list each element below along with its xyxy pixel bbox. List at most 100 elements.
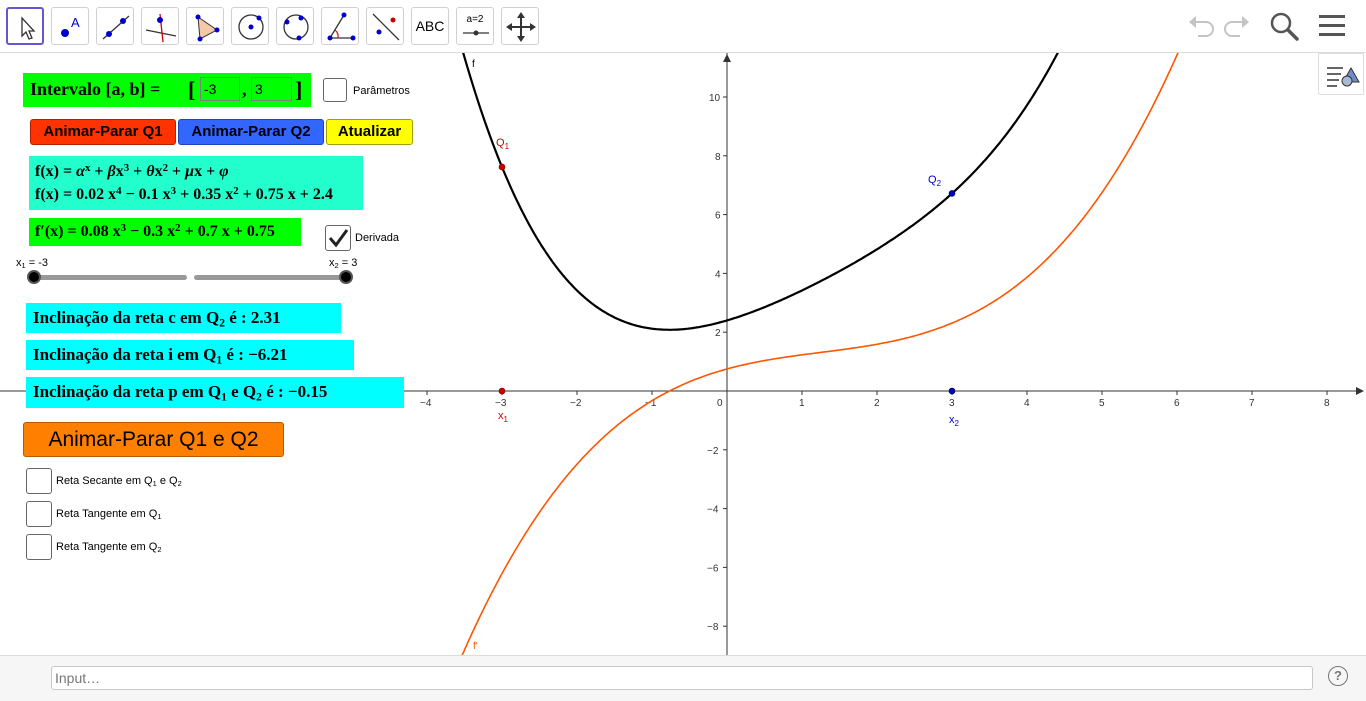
line-icon: [102, 15, 130, 40]
atualizar-button[interactable]: Atualizar: [326, 119, 413, 145]
tangente-q1-checkbox[interactable]: [26, 501, 52, 527]
x-tick-label: −3: [495, 398, 507, 409]
curve-fprime: [460, 53, 1179, 656]
polygon-tool[interactable]: [186, 7, 224, 45]
x1-slider-label: x1 = -3: [16, 257, 48, 271]
interval-close-bracket: ]: [295, 77, 303, 102]
interval-comma: ,: [242, 79, 247, 99]
animar-q1-button[interactable]: Animar-Parar Q1: [30, 119, 176, 145]
x1-slider-track[interactable]: [34, 275, 187, 280]
point-tool[interactable]: A: [51, 7, 89, 45]
text-tool[interactable]: ABC: [411, 7, 449, 45]
interval-a-input[interactable]: -3: [200, 77, 240, 101]
toolbar: A ABC a=2: [0, 0, 1366, 53]
perpendicular-line-tool[interactable]: [141, 7, 179, 45]
y-tick-label: 10: [709, 93, 721, 104]
slope-p-text: Inclinação da reta p em Q1 e Q2 é : −0.1…: [33, 382, 328, 404]
parametros-checkbox[interactable]: [323, 78, 347, 102]
x1-axis-label: x1: [498, 410, 509, 424]
search-icon[interactable]: [1268, 10, 1300, 42]
y-tick-label: −4: [707, 505, 719, 516]
x-tick-label: 5: [1099, 398, 1105, 409]
x-tick-label: 1: [799, 398, 805, 409]
y-tick-label: 2: [715, 328, 721, 339]
x2-slider-label: x2 = 3: [329, 257, 358, 271]
curve-f-label: f: [472, 59, 475, 70]
y-tick-label: 8: [715, 152, 721, 163]
line-tool[interactable]: [96, 7, 134, 45]
cursor-icon: [21, 16, 36, 40]
interval-b-input[interactable]: 3: [251, 77, 292, 101]
reflect-icon: [372, 13, 400, 41]
q2-label: Q2: [928, 174, 942, 188]
y-tick-label: 6: [715, 211, 721, 222]
y-tick-label: −8: [707, 622, 719, 633]
point-q1: [498, 163, 506, 171]
redo-icon[interactable]: [1222, 10, 1252, 40]
animar-q1-q2-button[interactable]: Animar-Parar Q1 e Q2: [23, 422, 284, 457]
style-bar-icon: [1327, 66, 1360, 87]
animar-q2-button[interactable]: Animar-Parar Q2: [178, 119, 324, 145]
x-axis-arrow: [1356, 387, 1364, 395]
point-x1: [498, 387, 506, 395]
reflect-tool[interactable]: [366, 7, 404, 45]
secante-checkbox[interactable]: [26, 468, 52, 494]
circle-three-points-icon: [283, 14, 309, 41]
polygon-icon: [195, 14, 220, 42]
f-formula: f(x) = 0.02 x4 − 0.1 x3 + 0.35 x2 + 0.75…: [35, 185, 333, 203]
angle-tool[interactable]: [321, 7, 359, 45]
help-icon[interactable]: ?: [1328, 666, 1348, 686]
slider-tool[interactable]: a=2: [456, 7, 494, 45]
point-icon: A: [61, 15, 80, 37]
formula-panel: f(x) = αx + βx3 + θx2 + μx + φ f(x) = 0.…: [29, 156, 363, 210]
perpendicular-icon: [145, 13, 177, 43]
circle-three-points-tool[interactable]: [276, 7, 314, 45]
tangente-q1-label: Reta Tangente em Q1: [56, 508, 162, 522]
point-x2: [948, 387, 956, 395]
input-field[interactable]: Input…: [51, 666, 1313, 690]
x-tick-label: 4: [1024, 398, 1030, 409]
x2-slider-knob[interactable]: [339, 270, 353, 284]
x1-slider-knob[interactable]: [27, 270, 41, 284]
style-bar-button[interactable]: [1318, 53, 1364, 95]
curve-f: [462, 53, 1059, 331]
x2-slider-track[interactable]: [194, 275, 347, 280]
undo-icon[interactable]: [1186, 10, 1216, 40]
curve-fprime-label: f': [473, 641, 478, 652]
x-tick-label: 7: [1249, 398, 1255, 409]
x-tick-label: 0: [717, 398, 723, 409]
x-tick-label: 6: [1174, 398, 1180, 409]
derivada-checkbox[interactable]: [325, 225, 351, 251]
x-tick-label: 2: [874, 398, 880, 409]
x-tick-label: 3: [949, 398, 955, 409]
x2-axis-label: x2: [949, 414, 960, 428]
y-tick-label: −6: [707, 563, 719, 574]
point-q2: [948, 190, 956, 197]
slope-c-panel: Inclinação da reta c em Q2 é : 2.31: [26, 303, 341, 333]
interval-open-bracket: [: [188, 77, 196, 102]
derivada-label: Derivada: [355, 232, 400, 244]
menu-icon[interactable]: [1316, 10, 1348, 42]
y-axis-arrow: [723, 54, 731, 62]
slope-c-text: Inclinação da reta c em Q2 é : 2.31: [33, 308, 281, 330]
circle-center-point-tool[interactable]: [231, 7, 269, 45]
move-graphics-view-tool[interactable]: [501, 7, 539, 45]
fprime-panel: f′(x) = 0.08 x3 − 0.3 x2 + 0.7 x + 0.75: [29, 218, 301, 246]
interval-label: Intervalo [a, b] =: [30, 79, 161, 99]
move-tool[interactable]: [6, 7, 44, 45]
tangente-q2-checkbox[interactable]: [26, 534, 52, 560]
input-bar: Input…: [0, 655, 1366, 701]
slider-icon: [463, 30, 489, 36]
slope-p-panel: Inclinação da reta p em Q1 e Q2 é : −0.1…: [26, 377, 404, 408]
text-tool-label: ABC: [415, 18, 445, 34]
move-arrows-icon: [506, 12, 536, 42]
general-formula: f(x) = αx + βx3 + θx2 + μx + φ: [35, 162, 229, 180]
y-tick-label: 4: [715, 269, 721, 280]
parametros-label: Parâmetros: [353, 85, 410, 97]
x-tick-label: −4: [420, 398, 432, 409]
x-tick-label: 8: [1324, 398, 1330, 409]
angle-icon: [327, 12, 356, 41]
fprime-formula: f′(x) = 0.08 x3 − 0.3 x2 + 0.7 x + 0.75: [35, 222, 275, 240]
slope-i-text: Inclinação da reta i em Q1 é : −6.21: [33, 345, 288, 367]
secante-label: Reta Secante em Q1 e Q2: [56, 475, 182, 489]
